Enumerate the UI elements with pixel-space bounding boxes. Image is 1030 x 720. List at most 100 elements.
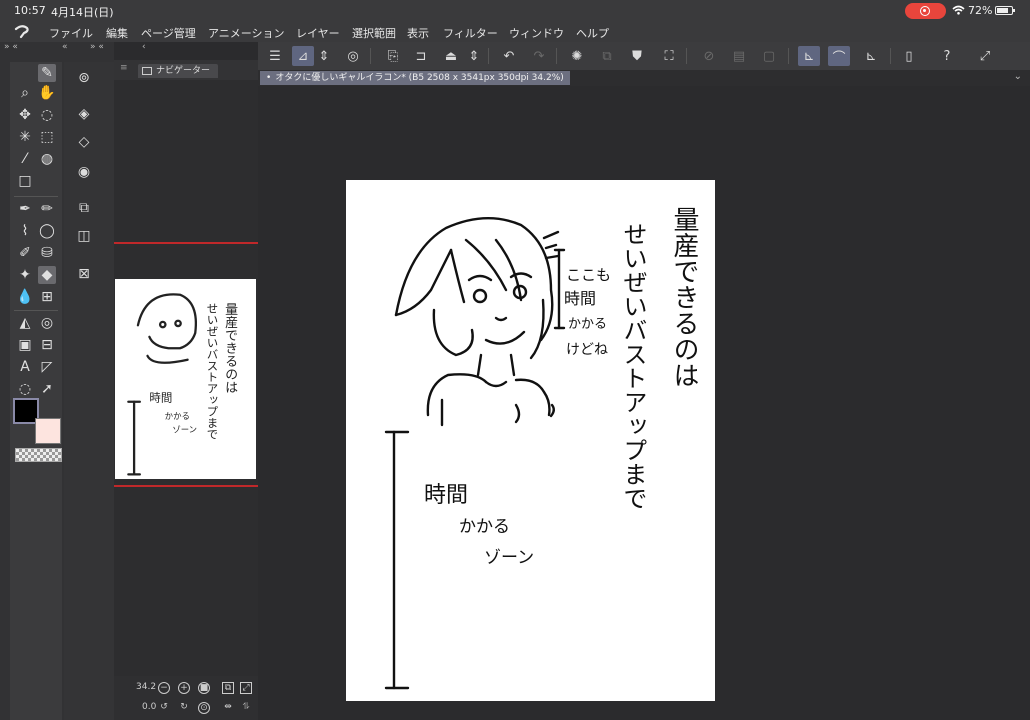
help-icon[interactable]: ?	[936, 46, 958, 66]
blend-icon[interactable]: 💧	[16, 288, 34, 306]
preview-text-5: ゾーン	[172, 424, 197, 434]
pressure-icon[interactable]: ⌒	[828, 46, 850, 66]
hamburger-icon[interactable]: ☰	[264, 46, 286, 66]
object-select-icon[interactable]: ⬚	[38, 128, 56, 146]
fullscreen-icon[interactable]: ⤢	[240, 682, 252, 694]
screen-record-indicator[interactable]	[905, 3, 946, 19]
navigator-tab[interactable]: ナビゲーター	[138, 64, 219, 78]
fill-icon[interactable]: ◭	[16, 314, 34, 332]
spiral-icon[interactable]: ◎	[342, 46, 364, 66]
pen-icon[interactable]: ✒	[16, 200, 34, 218]
menu-help[interactable]: ヘルプ	[576, 25, 609, 41]
balloon-icon[interactable]: ◍	[38, 150, 56, 168]
menu-file[interactable]: ファイル	[49, 25, 93, 41]
lasso-zoom-icon[interactable]: ⊚	[74, 68, 94, 88]
vector-eraser-icon[interactable]: ◉	[74, 162, 94, 182]
rect-icon[interactable]: □	[16, 172, 34, 190]
menu-filter[interactable]: フィルター	[443, 25, 498, 41]
auto-select-icon[interactable]: ✳	[16, 128, 34, 146]
zoom-fit-icon[interactable]: ■	[198, 682, 210, 694]
menu-page[interactable]: ページ管理	[141, 25, 196, 41]
redo-icon[interactable]: ↷	[528, 46, 550, 66]
eraser-icon[interactable]: ◆	[38, 266, 56, 284]
correct-line-icon[interactable]: ➚	[38, 380, 56, 398]
transparent-color-swatch[interactable]	[15, 448, 62, 462]
toggle-arrows-icon[interactable]: ⇕	[318, 46, 330, 66]
open-folder-icon[interactable]: ⊐	[410, 46, 432, 66]
date: 4月14日(日)	[51, 6, 114, 19]
sub-color-swatch[interactable]	[35, 418, 61, 444]
tabs-chevron-down-icon[interactable]: ⌄	[1014, 71, 1022, 82]
menu-selection[interactable]: 選択範囲	[352, 25, 396, 41]
lasso-icon[interactable]: ◌	[38, 106, 56, 124]
copy-icon[interactable]: ⧉	[596, 46, 618, 66]
navigator-thumbnail[interactable]: 量産できるのは せいぜいバストアップまで 時間 かかる ゾーン	[115, 279, 256, 479]
close-sub-icon[interactable]: ⊠	[74, 264, 94, 284]
move-icon[interactable]: ✥	[16, 106, 34, 124]
layer-eraser-icon[interactable]: ⧉	[74, 198, 94, 218]
menu-window[interactable]: ウィンドウ	[509, 25, 564, 41]
fill-bucket-icon[interactable]: ⛊	[626, 46, 648, 66]
airbrush-icon[interactable]: ⛁	[38, 244, 56, 262]
expand-icon[interactable]: ⤢	[974, 46, 996, 66]
menu-layer[interactable]: レイヤー	[296, 25, 340, 41]
zoom-icon[interactable]: ⌕	[16, 84, 34, 102]
zoom-value[interactable]: 34.2	[136, 682, 156, 692]
fit-window-icon[interactable]: ⧉	[222, 682, 234, 694]
rotation-value[interactable]: 0.0	[142, 702, 156, 712]
balloon-tool-icon[interactable]: ◌	[16, 380, 34, 398]
rotate-right-icon[interactable]: ↻	[178, 702, 190, 714]
stabilizer-icon[interactable]: ⊾	[798, 46, 820, 66]
vector-icon[interactable]: ⊾	[860, 46, 882, 66]
dock-collapse-left-icon[interactable]: » «	[4, 42, 18, 56]
menu-edit[interactable]: 編集	[106, 25, 128, 41]
fill-lasso-icon[interactable]: ◎	[38, 314, 56, 332]
device-icon[interactable]: ▯	[898, 46, 920, 66]
save-icon[interactable]: ⏏	[440, 46, 462, 66]
app-logo-icon[interactable]	[12, 24, 32, 40]
ruler-grid-icon[interactable]: ⊞	[38, 288, 56, 306]
pencil-icon[interactable]: ✏	[38, 200, 56, 218]
document-tab[interactable]: • オタクに優しいギャルイラコン* (B5 2508 x 3541px 350dp…	[260, 71, 570, 85]
hard-eraser-icon[interactable]: ◈	[74, 104, 94, 124]
invert-select-icon[interactable]: ▤	[728, 46, 750, 66]
eyedropper-icon[interactable]: ⁄	[16, 150, 34, 168]
decoration-icon[interactable]: ✦	[16, 266, 34, 284]
save-options-icon[interactable]: ⇕	[468, 46, 480, 66]
zoom-out-icon[interactable]: −	[158, 682, 170, 694]
flip-vertical-icon[interactable]: ⥮	[240, 702, 252, 714]
canvas-page[interactable]: ここも 時間 かかる けどね 時間 かかる ゾーン 量産できるのは せいぜいバス…	[346, 180, 715, 701]
marker-icon[interactable]: ✐	[16, 244, 34, 262]
tool-divider	[14, 196, 58, 197]
frame-icon[interactable]: ⊟	[38, 336, 56, 354]
toolbar-divider	[686, 48, 687, 64]
menu-animation[interactable]: アニメーション	[208, 25, 285, 41]
speech-icon[interactable]: ◯	[38, 222, 56, 240]
ruler-icon[interactable]: ◸	[38, 358, 56, 376]
multi-layer-icon[interactable]: ◫	[74, 226, 94, 246]
dock-collapse-mid-icon[interactable]: «	[62, 42, 68, 56]
pen-tab-icon[interactable]: ✎	[38, 64, 56, 82]
deselect-icon[interactable]: ⊘	[698, 46, 720, 66]
document-title: オタクに優しいギャルイラコン* (B5 2508 x 3541px 350dpi…	[275, 73, 564, 83]
navigator-tabbar: ≡ ナビゲーター	[114, 60, 258, 80]
undo-icon[interactable]: ↶	[498, 46, 520, 66]
new-file-icon[interactable]: ⎘	[382, 46, 404, 66]
panel-menu-icon[interactable]: ≡	[120, 63, 128, 73]
panel-collapse-icon[interactable]: ‹	[142, 42, 146, 56]
zoom-in-icon[interactable]: +	[178, 682, 190, 694]
brush-icon[interactable]: ⌇	[16, 222, 34, 240]
transform-icon[interactable]: ⛶	[658, 46, 680, 66]
text-icon[interactable]: A	[16, 358, 34, 376]
soft-eraser-icon[interactable]: ◇	[74, 132, 94, 152]
snap-icon[interactable]: ⊿	[292, 46, 314, 66]
menu-view[interactable]: 表示	[407, 25, 429, 41]
rotate-left-icon[interactable]: ↺	[158, 702, 170, 714]
gradient-icon[interactable]: ▣	[16, 336, 34, 354]
reset-rotation-icon[interactable]: ⊙	[198, 702, 210, 714]
loading-icon[interactable]: ✺	[566, 46, 588, 66]
flip-horizontal-icon[interactable]: ⇹	[222, 702, 234, 714]
hand-icon[interactable]: ✋	[38, 84, 56, 102]
select-layer-icon[interactable]: ▢	[758, 46, 780, 66]
dock-collapse-right-icon[interactable]: » «	[90, 42, 104, 56]
